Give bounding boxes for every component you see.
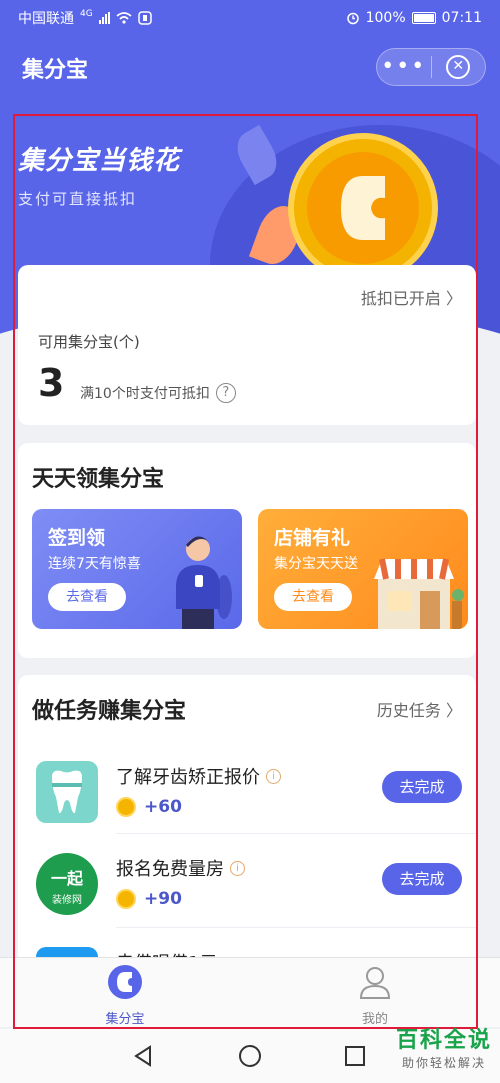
- hero-slogan: 集分宝当钱花: [18, 146, 181, 176]
- alarm-icon: [346, 12, 359, 25]
- decoration-brand-icon: 一起 装修网: [36, 853, 98, 915]
- task-title-text: 报名免费量房: [116, 859, 224, 880]
- status-bar: 中国联通 4G 100% 07:11: [0, 0, 500, 36]
- promo-title: 店铺有礼: [274, 527, 351, 549]
- balance-card: 抵扣已开启 〉 可用集分宝(个) 3 满10个时支付可抵扣 ?: [18, 265, 476, 425]
- info-icon[interactable]: i: [230, 860, 245, 876]
- promo-subtitle: 集分宝天天送: [274, 556, 358, 572]
- tab-label: 集分宝: [105, 1012, 145, 1027]
- hero-subtitle: 支付可直接抵扣: [18, 190, 138, 208]
- history-link-label: 历史任务: [376, 701, 441, 720]
- user-profile-icon: [359, 967, 391, 999]
- watermark-title: 百科全说: [395, 1028, 492, 1053]
- recents-square-icon[interactable]: [344, 1045, 366, 1067]
- task-title: 了解牙齿矫正报价 i: [116, 763, 281, 789]
- info-icon[interactable]: i: [266, 768, 281, 784]
- tasks-section: 做任务赚集分宝 历史任务 〉 了解牙齿矫正报价 i +60 去完成 一起 装修网…: [18, 675, 476, 965]
- shop-view-button[interactable]: 去查看: [274, 583, 352, 611]
- task-divider: [116, 927, 476, 928]
- coin-icon: [116, 797, 136, 817]
- chevron-right-icon: 〉: [445, 289, 462, 308]
- back-triangle-icon[interactable]: [132, 1045, 154, 1067]
- network-label: 4G: [80, 9, 93, 19]
- daily-section: 天天领集分宝 签到领 连续7天有惊喜 去查看 店铺有礼 集分宝天天送 去查看: [18, 443, 476, 658]
- tab-mine[interactable]: 我的: [325, 964, 425, 1027]
- page-title: 集分宝: [22, 58, 89, 83]
- watermark: 百科全说 助你轻松解决: [396, 1022, 492, 1071]
- clock: 07:11: [441, 10, 482, 26]
- section-title: 天天领集分宝: [32, 467, 165, 492]
- signin-view-button[interactable]: 去查看: [48, 583, 126, 611]
- signin-promo-card[interactable]: 签到领 连续7天有惊喜 去查看: [32, 509, 242, 629]
- home-circle-icon[interactable]: [238, 1044, 262, 1068]
- task-reward: +90: [116, 889, 182, 909]
- reward-value: +60: [144, 797, 182, 817]
- chevron-right-icon: 〉: [445, 701, 462, 720]
- brand-text-main: 一起: [50, 869, 83, 888]
- complete-task-button[interactable]: 去完成: [382, 771, 462, 803]
- close-circle-icon: ✕: [446, 55, 471, 79]
- store-illustration-icon: [374, 558, 464, 629]
- complete-task-button[interactable]: 去完成: [382, 863, 462, 895]
- signal-icon: [98, 12, 110, 24]
- watermark-subtitle: 助你轻松解决: [401, 1056, 486, 1070]
- person-illustration-icon: [176, 536, 232, 629]
- deduct-status-label: 抵扣已开启: [360, 289, 441, 308]
- task-title-text: 了解牙齿矫正报价: [116, 767, 260, 788]
- miniprogram-capsule: ••• ✕: [376, 48, 486, 86]
- bottom-tab-bar: 集分宝 我的: [0, 957, 500, 1027]
- deduct-status-link[interactable]: 抵扣已开启 〉: [361, 285, 462, 309]
- close-button[interactable]: ✕: [431, 55, 485, 79]
- coin-tab-icon: [108, 965, 142, 999]
- carrier-label: 中国联通: [18, 11, 74, 27]
- history-tasks-link[interactable]: 历史任务 〉: [377, 697, 462, 721]
- promo-title: 签到领: [48, 527, 106, 549]
- task-divider: [116, 833, 476, 834]
- brand-text-sub: 装修网: [52, 895, 82, 906]
- battery-percent: 100%: [365, 10, 406, 26]
- task-title: 报名免费量房 i: [116, 855, 245, 881]
- tab-jifenbao[interactable]: 集分宝: [75, 964, 175, 1027]
- available-label: 可用集分宝(个): [38, 333, 140, 351]
- promo-subtitle: 连续7天有惊喜: [48, 556, 141, 572]
- rule-hint: 满10个时支付可抵扣 ?: [80, 383, 236, 403]
- rule-hint-text: 满10个时支付可抵扣: [80, 386, 210, 402]
- battery-icon: [411, 12, 436, 24]
- reward-value: +90: [144, 889, 182, 909]
- notification-icon: [137, 11, 152, 25]
- task-item[interactable]: 一起 装修网 报名免费量房 i +90 去完成: [18, 847, 476, 939]
- help-icon[interactable]: ?: [215, 383, 236, 403]
- coin-logo-icon: [288, 133, 438, 283]
- section-title: 做任务赚集分宝: [32, 699, 187, 724]
- wifi-icon: [116, 12, 132, 24]
- shop-gift-promo-card[interactable]: 店铺有礼 集分宝天天送 去查看: [258, 509, 468, 629]
- tooth-icon: [36, 761, 98, 823]
- app-header: 集分宝 ••• ✕: [0, 36, 500, 100]
- task-reward: +60: [116, 797, 182, 817]
- coin-icon: [116, 889, 136, 909]
- more-dots-icon[interactable]: •••: [377, 48, 431, 86]
- available-count: 3: [38, 361, 65, 405]
